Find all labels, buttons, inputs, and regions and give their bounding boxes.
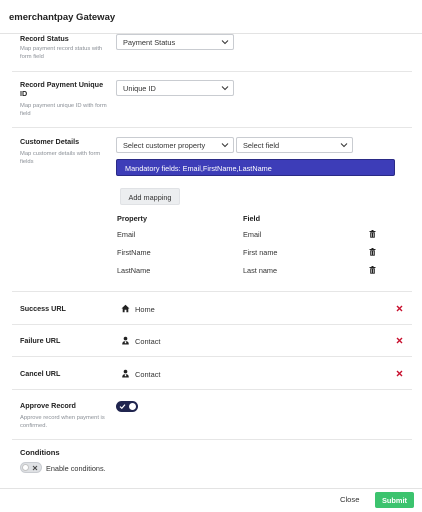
success-url-value[interactable]: Home [135, 305, 155, 314]
chevron-down-icon [221, 38, 229, 46]
record-status-label: Record Status [20, 34, 69, 43]
close-icon[interactable] [396, 337, 403, 344]
dialog-body: Record Status Map payment record status … [0, 34, 422, 488]
mapping-property: FirstName [117, 248, 151, 257]
customer-details-label: Customer Details [20, 137, 80, 146]
divider [12, 439, 412, 440]
dialog-footer: Close Submit [0, 488, 422, 512]
enable-conditions-toggle[interactable] [20, 462, 42, 473]
conditions-title: Conditions [20, 448, 60, 457]
mapping-property: Email [117, 230, 136, 239]
property-column-header: Property [117, 214, 148, 223]
home-icon [121, 304, 130, 313]
failure-url-value[interactable]: Contact [135, 337, 160, 346]
record-payment-uid-select[interactable]: Unique ID [116, 80, 234, 96]
enable-conditions-label: Enable conditions. [46, 464, 106, 473]
divider [12, 127, 412, 128]
divider [12, 356, 412, 357]
close-icon[interactable] [396, 305, 403, 312]
record-payment-uid-description: Map payment unique ID with form field [20, 103, 107, 117]
add-mapping-button[interactable]: Add mapping [120, 188, 180, 205]
failure-url-label: Failure URL [20, 336, 61, 345]
divider [12, 71, 412, 72]
mapping-field: First name [243, 248, 278, 257]
trash-icon[interactable] [369, 266, 376, 274]
chevron-down-icon [221, 141, 229, 149]
approve-record-description: Approve record when payment is confirmed… [20, 415, 105, 429]
trash-icon[interactable] [369, 248, 376, 256]
mapping-property: LastName [117, 266, 151, 275]
mapping-field: Email [243, 230, 262, 239]
close-icon[interactable] [396, 370, 403, 377]
record-payment-uid-value: Unique ID [123, 84, 156, 93]
trash-icon[interactable] [369, 230, 376, 238]
divider [12, 291, 412, 292]
check-icon [119, 403, 126, 410]
chevron-down-icon [340, 141, 348, 149]
record-status-value: Payment Status [123, 38, 176, 47]
toggle-knob [22, 464, 29, 471]
cancel-url-value[interactable]: Contact [135, 370, 160, 379]
customer-details-description: Map customer details with form fields [20, 151, 101, 165]
contact-icon [121, 369, 130, 378]
customer-field-select[interactable]: Select field [236, 137, 353, 153]
x-icon [32, 465, 38, 471]
field-column-header: Field [243, 214, 261, 223]
success-url-label: Success URL [20, 304, 66, 313]
approve-record-toggle[interactable] [116, 401, 138, 412]
record-status-description: Map payment record status with form fiel… [20, 46, 103, 60]
approve-record-label: Approve Record [20, 401, 76, 410]
chevron-down-icon [221, 84, 229, 92]
divider [12, 324, 412, 325]
dialog-header: emerchantpay Gateway [0, 0, 422, 34]
close-button[interactable]: Close [340, 495, 359, 504]
customer-field-value: Select field [243, 141, 280, 150]
cancel-url-label: Cancel URL [20, 369, 61, 378]
customer-property-value: Select customer property [123, 141, 206, 150]
dialog-title: emerchantpay Gateway [9, 12, 116, 23]
mapping-field: Last name [243, 266, 278, 275]
record-payment-uid-label: Record Payment Unique ID [20, 80, 104, 98]
mandatory-fields-notice: Mandatory fields: Email,FirstName,LastNa… [116, 159, 395, 176]
record-status-select[interactable]: Payment Status [116, 34, 234, 50]
customer-property-select[interactable]: Select customer property [116, 137, 234, 153]
submit-button[interactable]: Submit [375, 492, 414, 508]
toggle-knob [129, 403, 136, 410]
divider [12, 389, 412, 390]
contact-icon [121, 336, 130, 345]
